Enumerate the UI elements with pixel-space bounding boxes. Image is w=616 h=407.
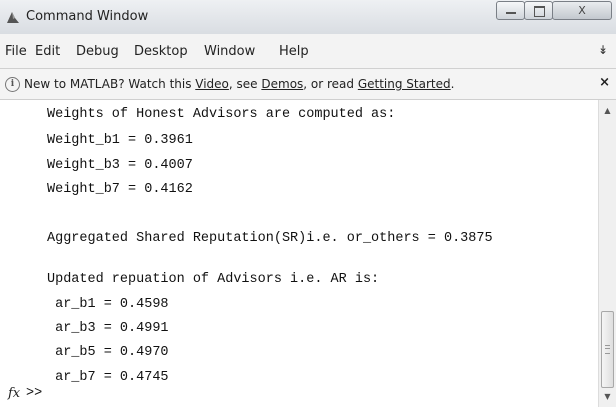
console-line: Weight_b3 = 0.4007 (47, 158, 193, 173)
console-line: Weights of Honest Advisors are computed … (47, 107, 396, 122)
scrollbar-thumb[interactable] (601, 311, 614, 388)
triangle-down-icon[interactable]: ▼ (599, 388, 616, 405)
minimize-button[interactable] (496, 1, 525, 20)
maximize-icon (534, 6, 545, 17)
menu-edit[interactable]: Edit (35, 44, 60, 59)
grip-icon (605, 345, 610, 354)
maximize-button[interactable] (524, 1, 553, 20)
menu-desktop[interactable]: Desktop (134, 44, 188, 59)
triangle-up-icon[interactable]: ▲ (599, 102, 616, 119)
video-link[interactable]: Video (195, 77, 229, 91)
getting-started-link[interactable]: Getting Started (358, 77, 451, 91)
matlab-logo-icon (7, 12, 19, 23)
window-title: Command Window (26, 9, 149, 24)
console-line: ar_b5 = 0.4970 (47, 345, 169, 360)
demos-link[interactable]: Demos (261, 77, 303, 91)
command-prompt[interactable]: >> (26, 386, 42, 401)
info-suffix: . (450, 77, 455, 91)
vertical-scrollbar[interactable]: ▲ ▼ (598, 100, 616, 407)
info-icon: i (5, 77, 20, 92)
menu-help[interactable]: Help (279, 44, 309, 59)
chevron-double-down-icon[interactable]: ↡ (598, 43, 608, 57)
console-output[interactable]: Weights of Honest Advisors are computed … (0, 100, 598, 407)
menu-file[interactable]: File (5, 44, 27, 59)
console-line: ar_b3 = 0.4991 (47, 321, 169, 336)
console-line: ar_b1 = 0.4598 (47, 297, 169, 312)
title-bar[interactable]: Command Window X (0, 0, 616, 35)
console-line: Aggregated Shared Reputation(SR)i.e. or_… (47, 231, 493, 246)
menu-window[interactable]: Window (204, 44, 255, 59)
close-button[interactable]: X (552, 1, 612, 20)
info-mid2: , or read (303, 77, 358, 91)
close-icon: X (578, 4, 586, 17)
info-bar: i New to MATLAB? Watch this Video, see D… (0, 69, 616, 100)
console-line: Weight_b1 = 0.3961 (47, 133, 193, 148)
console-line: Weight_b7 = 0.4162 (47, 182, 193, 197)
minimize-icon (506, 12, 516, 14)
fx-icon[interactable]: fx (8, 386, 20, 401)
info-message: New to MATLAB? Watch this Video, see Dem… (24, 77, 454, 91)
info-close-button[interactable]: × (599, 75, 610, 90)
info-mid1: , see (228, 77, 262, 91)
info-prefix: New to MATLAB? Watch this (24, 77, 196, 91)
command-window: Command Window X File Edit Debug Desktop… (0, 0, 616, 407)
menu-debug[interactable]: Debug (76, 44, 119, 59)
console-line: Updated repuation of Advisors i.e. AR is… (47, 272, 380, 287)
console-line: ar_b7 = 0.4745 (47, 370, 169, 385)
menu-bar: File Edit Debug Desktop Window Help ↡ (0, 34, 616, 69)
